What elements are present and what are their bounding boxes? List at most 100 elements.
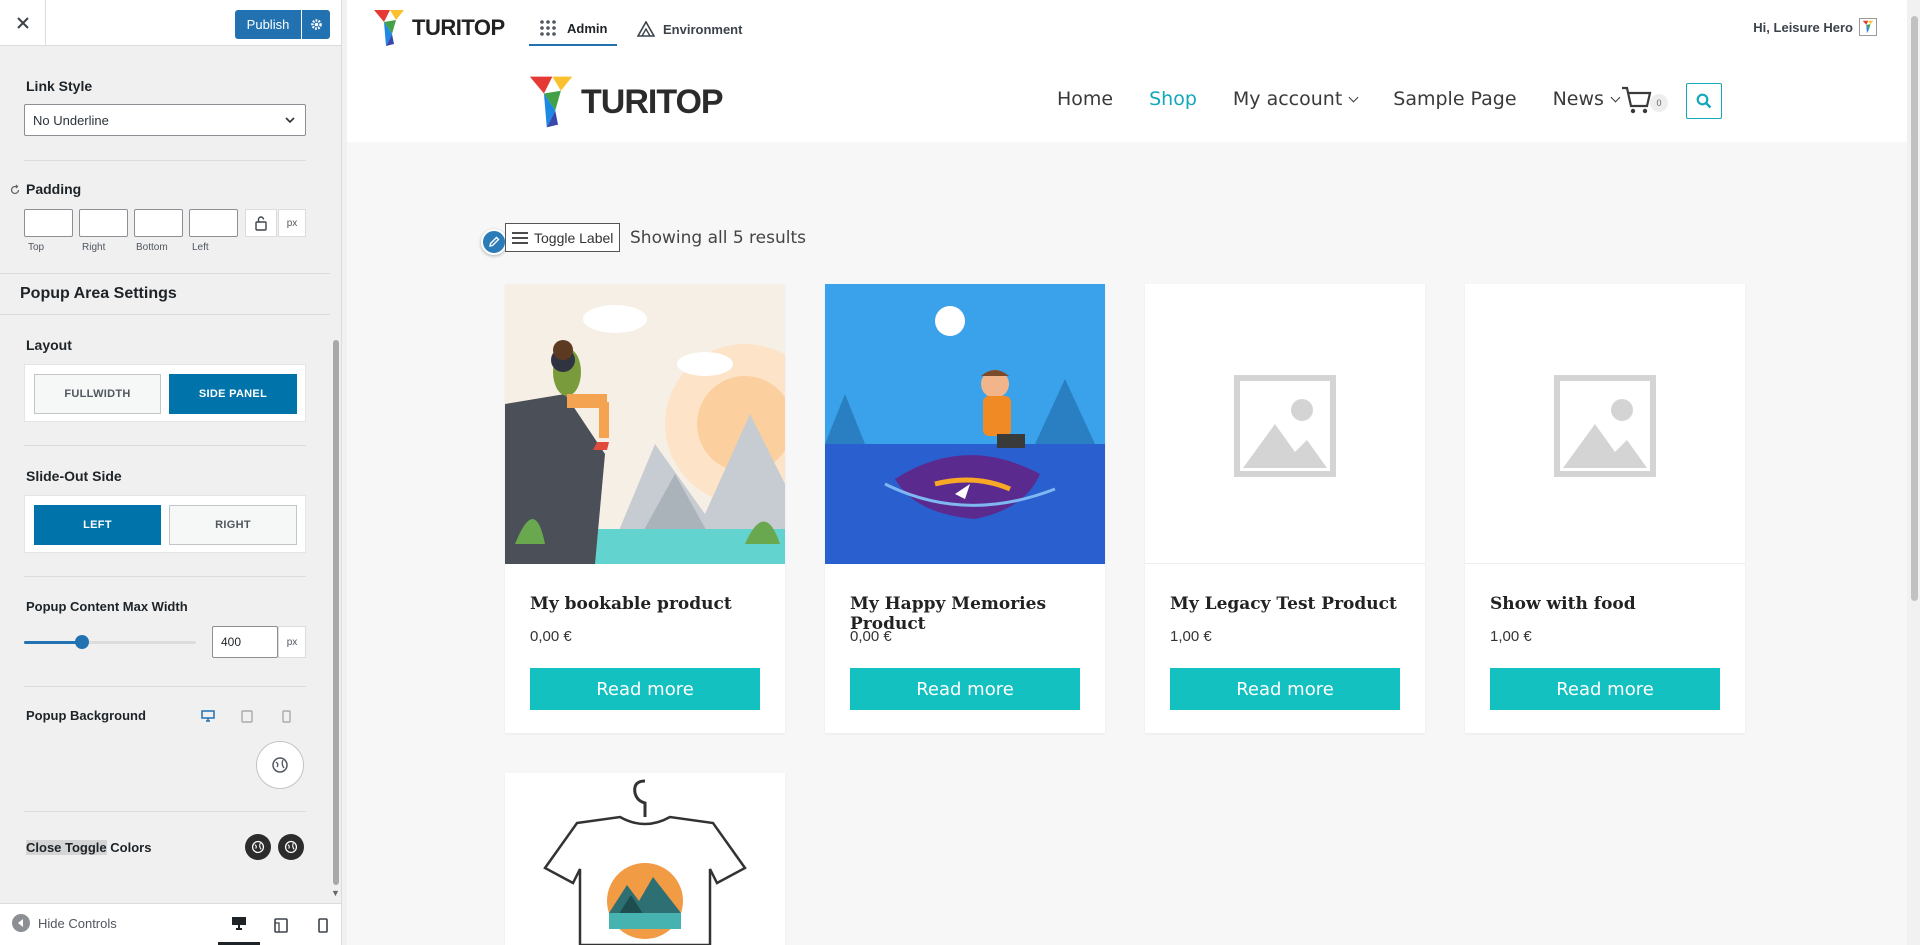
link-style-label: Link Style <box>26 78 93 94</box>
max-width-unit[interactable]: px <box>278 626 306 658</box>
site-header: TURITOP Home Shop My account Sample Page… <box>347 56 1907 142</box>
publish-button[interactable]: Publish <box>235 10 301 39</box>
divider <box>24 811 306 812</box>
close-toggle-hover-color-picker[interactable] <box>278 834 304 860</box>
padding-unit[interactable]: px <box>278 209 306 237</box>
padding-link-toggle[interactable] <box>245 209 277 237</box>
environment-label: Environment <box>663 21 743 37</box>
max-width-input[interactable]: 400 <box>212 626 278 658</box>
close-customizer-button[interactable] <box>0 0 46 46</box>
product-image[interactable] <box>505 284 785 564</box>
search-button[interactable] <box>1686 83 1722 119</box>
turitop-logo-icon <box>374 10 404 46</box>
page-scrollbar-thumb[interactable] <box>1911 16 1918 601</box>
admin-menu-button[interactable]: Admin <box>529 12 618 46</box>
toggle-label-button[interactable]: Toggle Label <box>505 223 621 252</box>
device-tablet-toggle[interactable] <box>237 706 257 726</box>
popup-area-settings-heading: Popup Area Settings <box>0 273 330 315</box>
read-more-button[interactable]: Read more <box>1170 668 1400 710</box>
mobile-icon <box>318 917 328 933</box>
close-icon <box>16 17 29 29</box>
hide-controls-label: Hide Controls <box>38 915 117 931</box>
read-more-button[interactable]: Read more <box>1490 668 1720 710</box>
close-toggle-color-picker[interactable] <box>245 834 271 860</box>
nav-home[interactable]: Home <box>1057 88 1113 110</box>
padding-left-input[interactable] <box>189 209 238 237</box>
link-style-select[interactable]: No Underline <box>24 104 306 136</box>
hide-controls-button[interactable]: Hide Controls <box>12 914 117 932</box>
globe-icon <box>284 840 298 854</box>
device-desktop-toggle[interactable] <box>198 706 218 726</box>
padding-right-input[interactable] <box>79 209 128 237</box>
nav-sample-page[interactable]: Sample Page <box>1393 88 1516 110</box>
padding-label: Padding <box>26 181 82 197</box>
user-greeting: Hi, Leisure Hero <box>1753 19 1853 35</box>
page-scrollbar[interactable] <box>1909 0 1920 945</box>
gear-icon <box>310 19 322 30</box>
search-icon <box>1696 93 1712 109</box>
site-logo[interactable]: TURITOP <box>527 70 724 134</box>
preview-tablet-button[interactable] <box>260 904 302 945</box>
product-title[interactable]: My bookable product <box>530 594 732 614</box>
image-placeholder-icon <box>1234 375 1336 477</box>
read-more-button[interactable]: Read more <box>850 668 1080 710</box>
turitop-logo-icon <box>529 76 573 128</box>
layout-side-panel-option[interactable]: SIDE PANEL <box>169 374 297 414</box>
layout-label: Layout <box>26 337 72 353</box>
nav-my-account[interactable]: My account <box>1233 88 1357 110</box>
slide-left-option[interactable]: LEFT <box>34 505 161 545</box>
product-title[interactable]: My Legacy Test Product <box>1170 594 1397 614</box>
product-image[interactable] <box>825 284 1105 564</box>
reset-icon[interactable] <box>9 184 21 196</box>
main-navigation: Home Shop My account Sample Page News <box>1057 88 1619 110</box>
product-title[interactable]: Show with food <box>1490 594 1636 614</box>
popup-background-picker[interactable] <box>256 741 304 789</box>
link-style-value: No Underline <box>33 112 109 128</box>
tablet-icon <box>241 709 253 723</box>
preview-mobile-button[interactable] <box>302 904 341 945</box>
slide-out-side-label: Slide-Out Side <box>26 468 122 484</box>
max-width-slider-handle[interactable] <box>75 635 90 649</box>
slide-out-side-options: LEFT RIGHT <box>24 495 306 553</box>
popup-background-label: Popup Background <box>26 708 146 723</box>
padding-bottom-input[interactable] <box>134 209 183 237</box>
layout-fullwidth-option[interactable]: FULLWIDTH <box>34 374 161 414</box>
customizer-sidebar: Publish Link Style No Underline Padding … <box>0 0 342 945</box>
read-more-button[interactable]: Read more <box>530 668 760 710</box>
cart-button[interactable] <box>1620 82 1654 116</box>
site-brand: TURITOP <box>581 82 724 121</box>
globe-icon <box>251 840 265 854</box>
edit-shortcut-button[interactable] <box>481 229 507 255</box>
nav-news[interactable]: News <box>1553 88 1619 110</box>
padding-caption-left: Left <box>192 242 209 253</box>
scroll-down-arrow[interactable]: ▼ <box>331 888 340 898</box>
product-image[interactable] <box>505 773 785 945</box>
product-card: My Happy Memories Product 0,00 € Read mo… <box>825 284 1105 733</box>
admin-bar-logo[interactable]: TURITOP <box>372 8 505 48</box>
nav-shop[interactable]: Shop <box>1149 88 1197 110</box>
admin-label: Admin <box>567 20 608 36</box>
image-placeholder-icon <box>1554 375 1656 477</box>
max-width-slider-track[interactable] <box>24 641 196 644</box>
divider <box>24 445 306 446</box>
product-image-placeholder[interactable] <box>1145 284 1425 564</box>
product-price: 0,00 € <box>530 628 572 645</box>
desktop-icon <box>201 710 215 722</box>
menu-icon <box>512 231 528 244</box>
avatar <box>1859 18 1877 36</box>
product-card: My Legacy Test Product 1,00 € Read more <box>1145 284 1425 733</box>
product-card: My bookable product 0,00 € Read more <box>505 284 785 733</box>
publish-settings-button[interactable] <box>302 10 330 39</box>
divider <box>24 576 306 577</box>
max-width-slider-fill <box>24 641 83 644</box>
sidebar-scrollbar[interactable] <box>333 340 339 885</box>
product-image-placeholder[interactable] <box>1465 284 1745 564</box>
environment-button[interactable]: Environment <box>637 12 742 46</box>
user-account-menu[interactable]: Hi, Leisure Hero <box>1753 18 1877 36</box>
toggle-label-text: Toggle Label <box>534 229 614 246</box>
slide-right-option[interactable]: RIGHT <box>169 505 297 545</box>
collapse-icon <box>12 914 30 932</box>
padding-top-input[interactable] <box>24 209 73 237</box>
preview-desktop-button[interactable] <box>218 904 260 945</box>
device-mobile-toggle[interactable] <box>276 706 296 726</box>
